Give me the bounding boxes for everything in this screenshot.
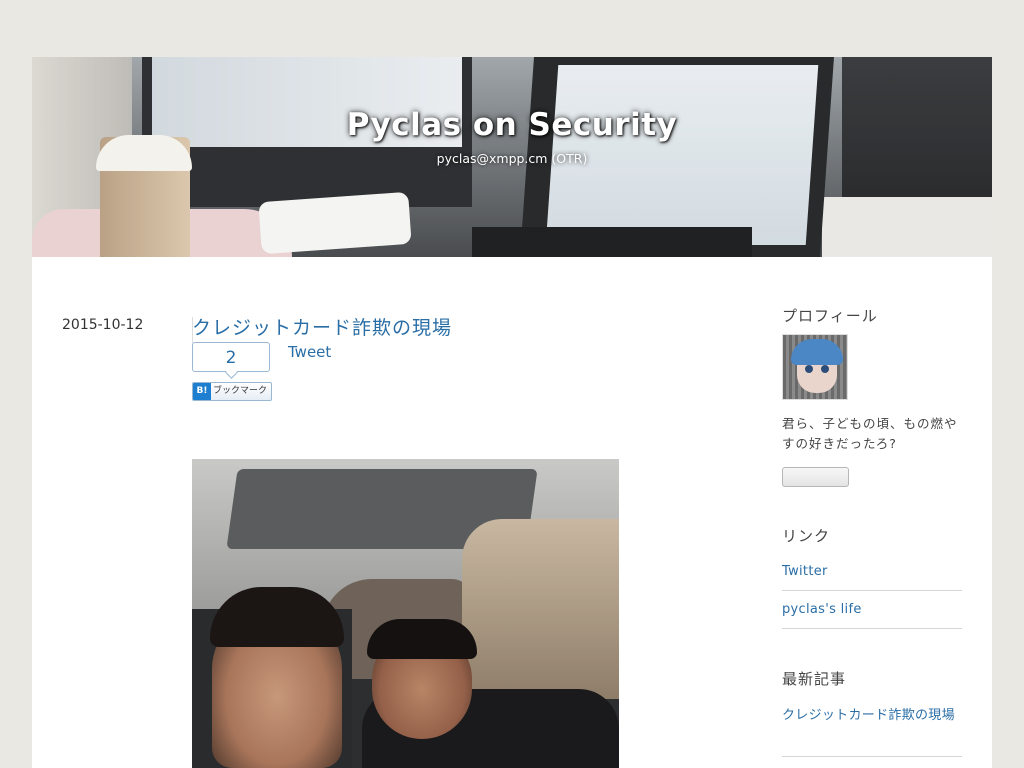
avatar[interactable] bbox=[782, 334, 848, 400]
tweet-button[interactable]: Tweet bbox=[288, 343, 331, 361]
page-container: Pyclas on Security pyclas@xmpp.cm (OTR) … bbox=[32, 57, 992, 768]
sidebar-link-twitter[interactable]: Twitter bbox=[782, 564, 962, 579]
sidebar-recent-heading: 最新記事 bbox=[782, 670, 847, 688]
entry-title[interactable]: クレジットカード詐欺の現場 bbox=[192, 313, 452, 340]
sidebar-links-heading: リンク bbox=[782, 527, 831, 545]
sidebar-profile-heading: プロフィール bbox=[782, 307, 878, 325]
header-banner: Pyclas on Security pyclas@xmpp.cm (OTR) bbox=[32, 57, 992, 257]
avatar-eye bbox=[805, 365, 813, 373]
entry-date[interactable]: 2015-10-12 bbox=[62, 317, 193, 343]
hatena-bookmark-icon: B! bbox=[193, 383, 211, 400]
hatena-bookmark-button[interactable]: B! ブックマーク bbox=[192, 382, 272, 401]
sidebar-divider bbox=[782, 756, 962, 757]
photo-side-window bbox=[462, 519, 619, 699]
profile-description: 君ら、子どもの頃、もの燃やすの好きだったろ? bbox=[782, 416, 958, 451]
hatena-bookmark-label: ブックマーク bbox=[213, 386, 268, 396]
site-title[interactable]: Pyclas on Security bbox=[32, 107, 992, 143]
post-photo bbox=[192, 459, 619, 768]
avatar-hair bbox=[791, 339, 843, 365]
sidebar-link-pyclas-life[interactable]: pyclas's life bbox=[782, 602, 962, 617]
follow-button[interactable] bbox=[782, 467, 849, 487]
site-subtitle: pyclas@xmpp.cm (OTR) bbox=[436, 151, 588, 166]
photo-person-right-hair bbox=[367, 619, 477, 659]
sidebar-divider bbox=[782, 590, 962, 591]
sidebar-divider bbox=[782, 628, 962, 629]
avatar-eye bbox=[821, 365, 829, 373]
hatena-bookmark-count[interactable]: 2 bbox=[192, 342, 270, 372]
sidebar-recent-post[interactable]: クレジットカード詐欺の現場 bbox=[782, 706, 962, 726]
